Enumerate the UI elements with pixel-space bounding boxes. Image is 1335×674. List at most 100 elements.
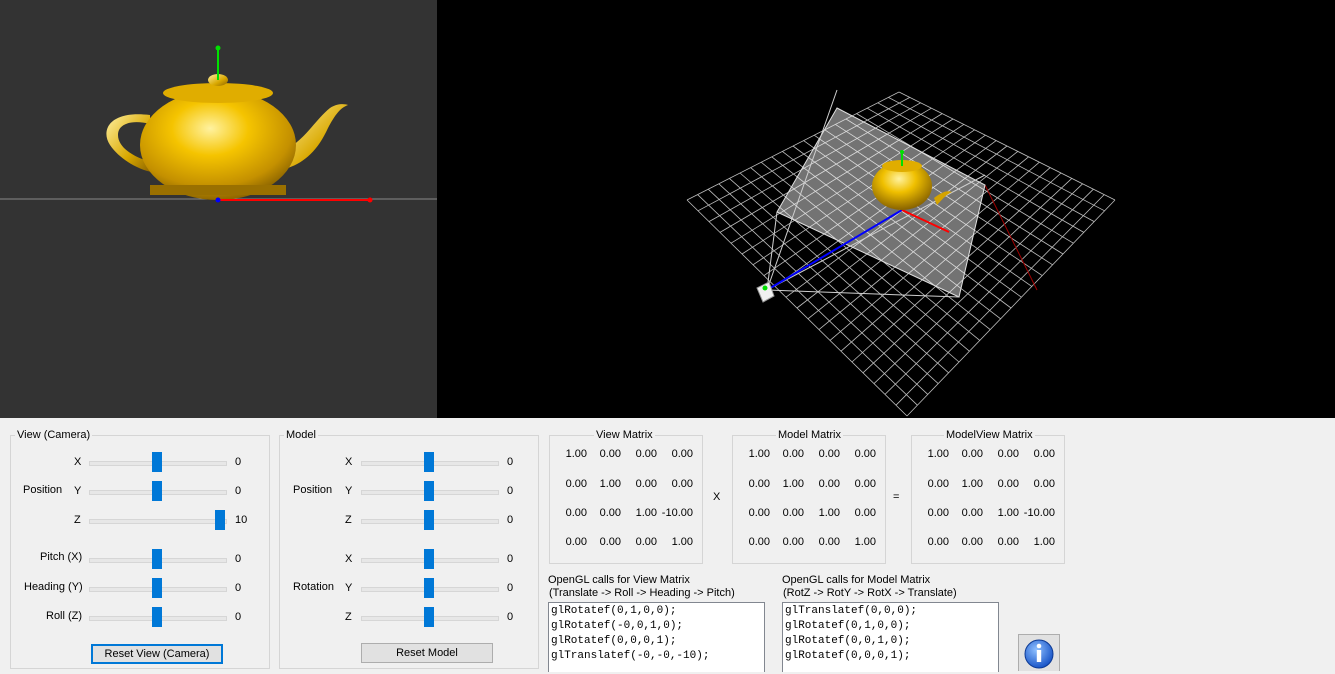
model-position-label: Position [293,484,333,496]
multiply-symbol: X [713,491,721,503]
camera-viewport[interactable] [0,0,437,418]
view-heading-value: 0 [235,582,242,594]
view-position-y-axis-label: Y [74,485,82,497]
reset-model-button[interactable]: Reset Model [361,643,493,663]
model-rotation-z-thumb[interactable] [424,607,434,627]
view-matrix-cell: 1.00 [635,507,657,519]
modelview-matrix-cell: 0.00 [961,536,983,548]
model-matrix-cell: 0.00 [748,536,770,548]
model-matrix-cell: 1.00 [818,507,840,519]
model-rotation-y-value: 0 [507,582,514,594]
model-matrix-cell: 1.00 [782,478,804,490]
gl-model-title-2: (RotZ -> RotY -> RotX -> Translate) [783,587,957,599]
modelview-matrix-cell: 0.00 [927,536,949,548]
modelview-matrix-cell: 1.00 [997,507,1019,519]
model-group-title: Model [286,429,316,441]
model-position-y-value: 0 [507,485,514,497]
model-position-y-axis-label: Y [345,485,353,497]
model-rotation-x-thumb[interactable] [424,549,434,569]
model-matrix-cell: 0.00 [854,448,876,460]
view-matrix-title: View Matrix [596,429,653,441]
model-matrix-cell: 0.00 [748,478,770,490]
view-roll-label: Roll (Z) [46,610,83,622]
gl-model-calls-textbox[interactable]: glTranslatef(0,0,0); glRotatef(0,1,0,0);… [782,602,999,672]
teapot [106,74,348,200]
gl-model-title-1: OpenGL calls for Model Matrix [782,574,931,586]
modelview-matrix-title: ModelView Matrix [946,429,1033,441]
modelview-matrix-cell: -10.00 [1023,507,1055,519]
model-position-y-thumb[interactable] [424,481,434,501]
model-rotation-z-axis-label: Z [345,611,352,623]
gl-model-line: glRotatef(0,0,0,1); [785,650,911,662]
view-matrix-cell: 0.00 [635,478,657,490]
modelview-matrix-cell: 0.00 [997,536,1019,548]
model-position-x-thumb[interactable] [424,452,434,472]
view-matrix-cell: -10.00 [661,507,693,519]
view-position-y-value: 0 [235,485,242,497]
gl-view-line: glRotatef(0,0,0,1); [551,635,677,647]
modelview-matrix-cell: 0.00 [1033,448,1055,460]
model-rotation-x-value: 0 [507,553,514,565]
camera-view-canvas [0,45,437,203]
view-position-x-axis-label: X [74,456,82,468]
view-position-z-track[interactable] [89,519,227,524]
model-matrix-cell: 0.00 [818,536,840,548]
view-matrix-cell: 0.00 [599,536,621,548]
model-position-z-axis-label: Z [345,514,352,526]
model-rotation-y-thumb[interactable] [424,578,434,598]
view-position-z-axis-label: Z [74,514,81,526]
gl-view-calls-textbox[interactable]: glRotatef(0,1,0,0); glRotatef(-0,0,1,0);… [548,602,765,672]
view-heading-thumb[interactable] [152,578,162,598]
view-matrix-cell: 0.00 [599,507,621,519]
modelview-matrix-cell: 0.00 [927,478,949,490]
model-matrix-cell: 0.00 [818,478,840,490]
model-position-z-thumb[interactable] [424,510,434,530]
view-matrix-cell: 0.00 [599,448,621,460]
view-matrix-cell: 0.00 [671,478,693,490]
equals-symbol: = [893,491,900,503]
view-pitch-thumb[interactable] [152,549,162,569]
gl-view-title-2: (Translate -> Roll -> Heading -> Pitch) [549,587,735,599]
view-roll-thumb[interactable] [152,607,162,627]
model-position-x-axis-label: X [345,456,353,468]
view-camera-group-title: View (Camera) [17,429,91,441]
camera-icon [756,281,775,303]
gl-model-line: glTranslatef(0,0,0); [785,605,918,617]
modelview-matrix-cell: 1.00 [961,478,983,490]
view-position-z-thumb[interactable] [215,510,225,530]
view-position-x-value: 0 [235,456,242,468]
modelview-matrix-cell: 0.00 [1033,478,1055,490]
model-matrix-cell: 0.00 [782,536,804,548]
view-matrix-cell: 1.00 [565,448,587,460]
model-rotation-z-value: 0 [507,611,514,623]
info-icon [1024,639,1054,669]
modelview-matrix-cell: 0.00 [997,448,1019,460]
view-position-y-thumb[interactable] [152,481,162,501]
view-position-x-thumb[interactable] [152,452,162,472]
model-matrix-cell: 0.00 [782,448,804,460]
view-matrix-cell: 1.00 [671,536,693,548]
gl-model-line: glRotatef(0,1,0,0); [785,620,911,632]
view-matrix-cell: 0.00 [671,448,693,460]
view-pitch-value: 0 [235,553,242,565]
gl-view-line: glTranslatef(-0,-0,-10); [551,650,710,662]
view-heading-label: Heading (Y) [24,581,83,593]
model-matrix-cell: 0.00 [818,448,840,460]
model-matrix-cell: 1.00 [748,448,770,460]
view-position-label: Position [23,484,63,496]
reset-view-camera-button[interactable]: Reset View (Camera) [91,644,223,664]
gl-view-title-1: OpenGL calls for View Matrix [548,574,690,586]
model-rotation-y-axis-label: Y [345,582,353,594]
modelview-matrix-cell: 0.00 [927,507,949,519]
control-panel: View (Camera) Position Pitch (X) Heading… [0,418,1335,672]
model-matrix-cell: 0.00 [854,478,876,490]
view-matrix-cell: 0.00 [565,536,587,548]
view-pitch-label: Pitch (X) [40,551,83,563]
scene-viewport[interactable] [437,0,1335,418]
modelview-matrix-cell: 1.00 [1033,536,1055,548]
view-matrix-cell: 1.00 [599,478,621,490]
model-matrix-cell: 0.00 [854,507,876,519]
modelview-matrix-cell: 1.00 [927,448,949,460]
model-position-x-value: 0 [507,456,514,468]
info-button[interactable] [1018,634,1060,671]
